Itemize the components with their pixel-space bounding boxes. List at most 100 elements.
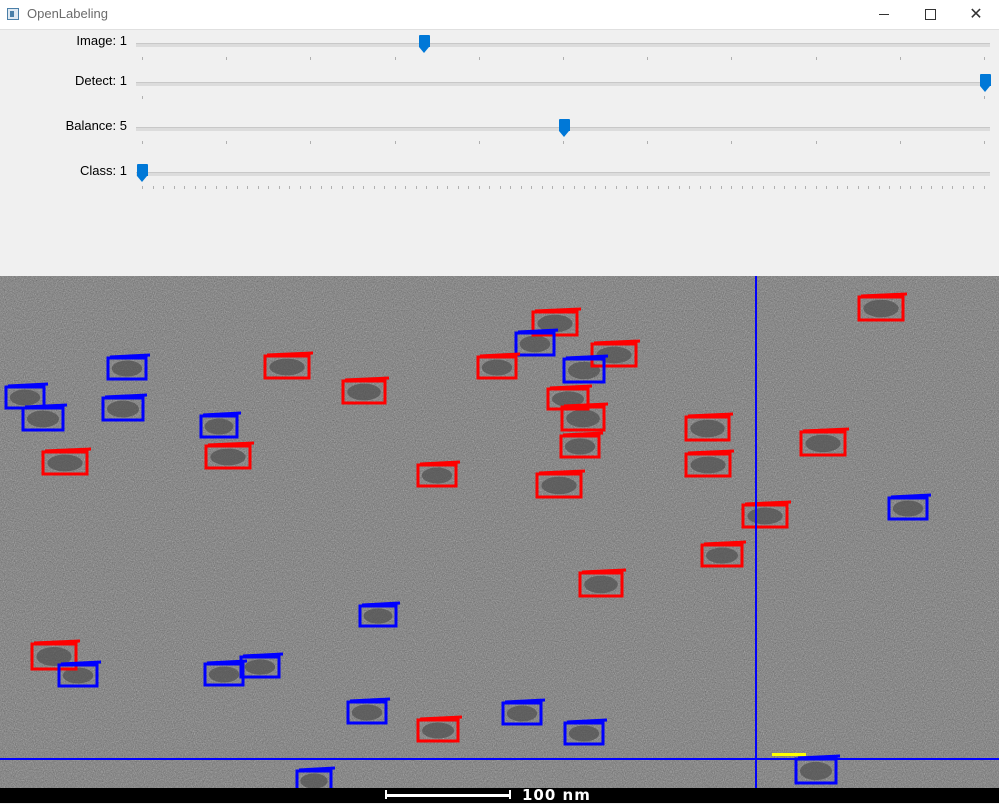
slider-tick	[984, 96, 985, 99]
bounding-box-label-tab	[344, 376, 390, 382]
particle	[210, 448, 246, 466]
slider-tick	[731, 57, 733, 60]
bounding-box-label-tab	[242, 652, 284, 658]
slider-tick	[805, 186, 807, 189]
slider-tick	[784, 186, 786, 189]
slider-tick	[331, 186, 333, 189]
slider-tick	[363, 186, 365, 189]
particle	[208, 666, 240, 683]
particle	[566, 409, 600, 428]
slider-tick	[657, 186, 659, 189]
bounding-box-label-tab	[33, 639, 81, 645]
bounding-box-label-tab	[703, 540, 747, 546]
particle	[421, 467, 453, 484]
slider-tick	[405, 186, 407, 189]
slider-tick	[689, 186, 691, 189]
balance-slider-handle[interactable]	[558, 119, 570, 137]
cursor-marker	[772, 753, 806, 756]
slider-tick	[142, 57, 143, 60]
detect-slider-label: Detect: 1	[74, 73, 127, 88]
particle	[27, 410, 59, 428]
slider-tick	[142, 141, 143, 144]
bounding-box-label-tab	[581, 568, 627, 574]
bounding-box-label-tab	[534, 307, 582, 313]
bounding-box-label-tab	[860, 292, 908, 298]
bounding-box-label-tab	[890, 493, 932, 499]
bounding-box-label-tab	[266, 351, 314, 357]
slider-tick	[278, 186, 280, 189]
particle	[541, 476, 577, 495]
slider-tick	[605, 186, 607, 189]
particle	[9, 389, 41, 406]
particle	[422, 722, 454, 739]
particle	[564, 438, 596, 455]
particle	[204, 418, 234, 435]
slider-tick	[447, 186, 449, 189]
slider-tick	[752, 186, 754, 189]
slider-tick	[847, 186, 849, 189]
slider-tick	[878, 186, 880, 189]
image-slider-track[interactable]	[136, 43, 990, 47]
slider-tick	[899, 141, 901, 144]
slider-tick	[352, 186, 354, 189]
slider-tick	[394, 186, 396, 189]
bounding-box-label-tab	[802, 427, 850, 433]
slider-tick	[457, 186, 459, 189]
bounding-box-label-tab	[479, 352, 521, 358]
slider-tick	[299, 186, 301, 189]
slider-tick	[773, 186, 775, 189]
slider-tick	[563, 57, 564, 60]
slider-tick	[478, 57, 480, 60]
annotation-canvas[interactable]	[0, 276, 999, 803]
maximize-button[interactable]	[907, 0, 953, 29]
vertical-scrollbar[interactable]	[993, 38, 999, 278]
close-button[interactable]: ✕	[953, 0, 999, 29]
image-slider-label: Image: 1	[76, 33, 127, 48]
slider-tick	[142, 186, 143, 189]
slider-tick	[289, 186, 291, 189]
slider-tick	[257, 186, 259, 189]
slider-tick	[142, 96, 143, 99]
particle	[584, 575, 618, 594]
slider-tick	[531, 186, 533, 189]
minimize-button[interactable]	[861, 0, 907, 29]
particle	[481, 359, 513, 376]
scale-bar-line	[386, 794, 510, 797]
slider-tick	[826, 186, 828, 189]
detect-slider-track[interactable]	[136, 82, 990, 86]
scale-bar-cap-right	[509, 790, 511, 799]
image-slider-handle[interactable]	[419, 35, 431, 53]
image-canvas[interactable]	[0, 276, 999, 803]
slider-tick	[962, 186, 964, 189]
slider-tick	[394, 141, 396, 144]
bounding-box-label-tab	[60, 660, 102, 666]
class-slider-track[interactable]	[136, 172, 990, 176]
image-slider-ticks	[136, 57, 990, 60]
bounding-box-label-tab	[104, 393, 148, 399]
detect-slider-handle[interactable]	[980, 74, 991, 92]
slider-tick	[815, 186, 817, 189]
slider-tick	[626, 186, 628, 189]
particle	[519, 335, 551, 353]
slider-tick	[563, 141, 564, 144]
particle	[347, 383, 381, 401]
slider-tick	[920, 186, 922, 189]
bounding-box-label-tab	[563, 402, 609, 408]
class-slider-handle[interactable]	[137, 164, 148, 182]
scale-bar-cap-left	[385, 790, 387, 799]
slider-tick	[647, 186, 649, 189]
close-icon: ✕	[969, 5, 983, 23]
particle	[690, 456, 726, 474]
particle	[351, 704, 383, 721]
bounding-box-label-tab	[549, 384, 593, 390]
slider-tick	[226, 57, 228, 60]
slider-tick	[836, 186, 838, 189]
slider-tick	[552, 186, 554, 189]
slider-tick	[563, 186, 564, 189]
scale-bar-label: 100 nm	[522, 786, 591, 804]
particle	[568, 361, 600, 380]
slider-tick	[857, 186, 859, 189]
particle	[568, 725, 600, 742]
slider-tick	[868, 186, 870, 189]
bounding-box-label-tab	[419, 715, 463, 721]
